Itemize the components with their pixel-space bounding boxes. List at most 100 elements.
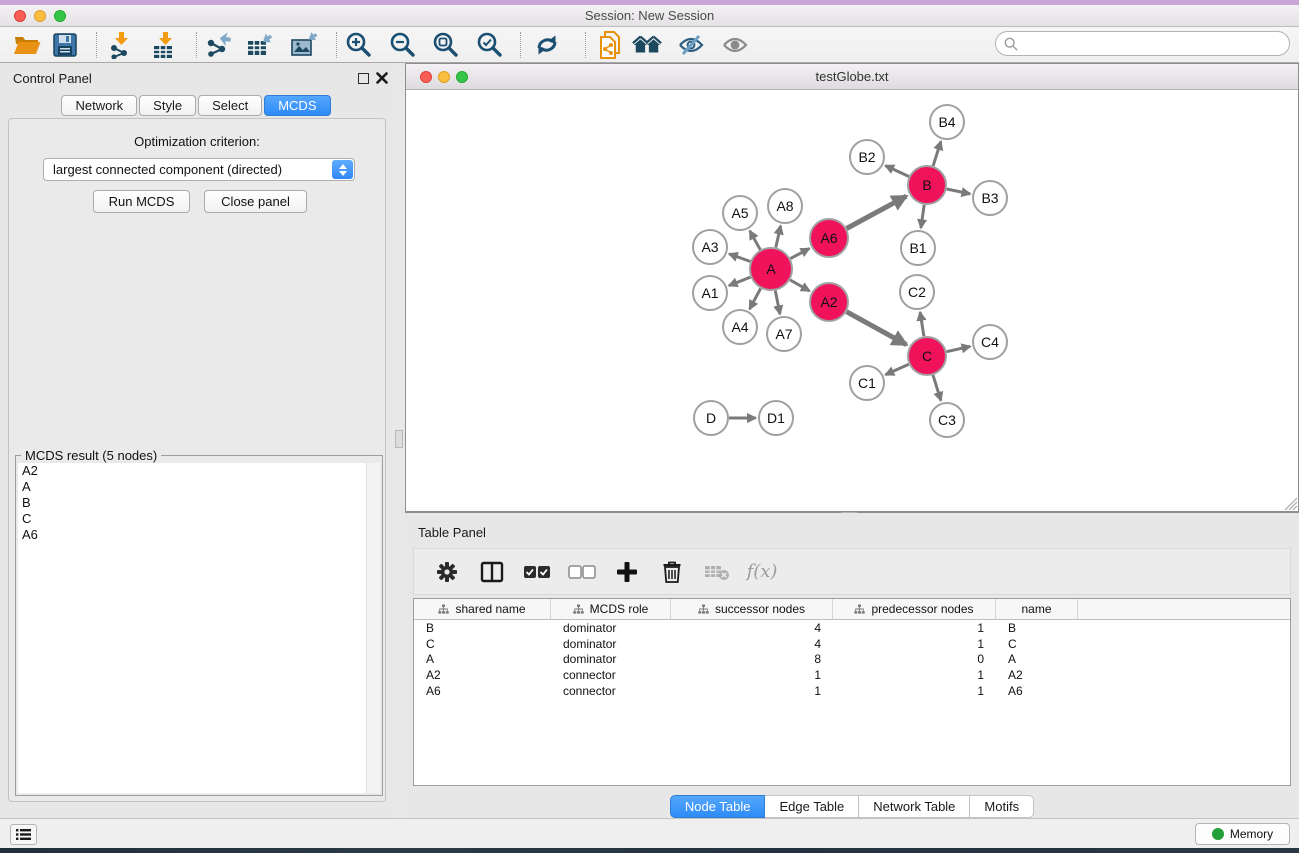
tab-node-table[interactable]: Node Table bbox=[670, 795, 766, 818]
minimize-window-button[interactable] bbox=[34, 10, 46, 22]
export-network-icon[interactable] bbox=[204, 31, 234, 59]
hide-selected-icon[interactable] bbox=[676, 31, 706, 59]
graph-edge-A-A6[interactable] bbox=[790, 249, 809, 259]
splitter-handle[interactable] bbox=[395, 430, 403, 448]
optimization-select[interactable]: largest connected component (directed) bbox=[43, 158, 355, 181]
cell-predecessor-nodes[interactable]: 0 bbox=[833, 652, 996, 666]
graph-edge-B-B3[interactable] bbox=[947, 189, 971, 194]
import-table-icon[interactable] bbox=[150, 31, 180, 59]
zoom-window-button[interactable] bbox=[54, 10, 66, 22]
cell-name[interactable]: A2 bbox=[996, 668, 1078, 682]
search-field[interactable] bbox=[995, 31, 1290, 56]
new-network-from-selection-icon[interactable] bbox=[595, 31, 625, 59]
graph-node-C2[interactable]: C2 bbox=[900, 275, 934, 309]
cell-MCDS-role[interactable]: connector bbox=[551, 684, 671, 698]
graph-node-A[interactable]: A bbox=[750, 248, 792, 290]
cell-shared-name[interactable]: C bbox=[414, 637, 551, 651]
delete-column-trash-icon[interactable] bbox=[657, 558, 687, 586]
graph-node-D[interactable]: D bbox=[694, 401, 728, 435]
result-item[interactable]: A6 bbox=[18, 527, 366, 543]
graph-edge-A-A3[interactable] bbox=[729, 254, 750, 262]
add-column-icon[interactable] bbox=[612, 558, 642, 586]
close-panel-button[interactable]: Close panel bbox=[204, 190, 307, 213]
zoom-fit-icon[interactable] bbox=[431, 31, 461, 59]
export-image-icon[interactable] bbox=[290, 31, 320, 59]
graph-edge-A-A8[interactable] bbox=[776, 226, 781, 248]
graph-node-B4[interactable]: B4 bbox=[930, 105, 964, 139]
graph-edge-B-B2[interactable] bbox=[885, 166, 909, 177]
export-table-icon[interactable] bbox=[246, 31, 276, 59]
cell-MCDS-role[interactable]: dominator bbox=[551, 621, 671, 635]
cell-predecessor-nodes[interactable]: 1 bbox=[833, 621, 996, 635]
cell-MCDS-role[interactable]: dominator bbox=[551, 637, 671, 651]
graph-node-B[interactable]: B bbox=[908, 166, 946, 204]
cell-predecessor-nodes[interactable]: 1 bbox=[833, 684, 996, 698]
graph-node-A4[interactable]: A4 bbox=[723, 310, 757, 344]
float-panel-icon[interactable] bbox=[358, 73, 369, 84]
table-row-B[interactable]: Bdominator41B bbox=[414, 620, 1290, 636]
cell-shared-name[interactable]: A bbox=[414, 652, 551, 666]
close-window-button[interactable] bbox=[14, 10, 26, 22]
graph-edge-B-B4[interactable] bbox=[933, 141, 941, 166]
cell-shared-name[interactable]: B bbox=[414, 621, 551, 635]
memory-button[interactable]: Memory bbox=[1195, 823, 1290, 845]
graph-node-C3[interactable]: C3 bbox=[930, 403, 964, 437]
zoom-selected-icon[interactable] bbox=[475, 31, 505, 59]
cell-successor-nodes[interactable]: 4 bbox=[671, 621, 833, 635]
table-row-A6[interactable]: A6connector11A6 bbox=[414, 683, 1290, 699]
column-header-shared-name[interactable]: shared name bbox=[414, 599, 551, 619]
column-header-successor-nodes[interactable]: successor nodes bbox=[671, 599, 833, 619]
graph-edge-C-C4[interactable] bbox=[947, 346, 971, 351]
zoom-view-button[interactable] bbox=[456, 71, 468, 83]
cell-MCDS-role[interactable]: connector bbox=[551, 668, 671, 682]
graph-node-C1[interactable]: C1 bbox=[850, 366, 884, 400]
table-settings-gear-icon[interactable] bbox=[432, 558, 462, 586]
cell-shared-name[interactable]: A2 bbox=[414, 668, 551, 682]
graph-node-A3[interactable]: A3 bbox=[693, 230, 727, 264]
cell-successor-nodes[interactable]: 4 bbox=[671, 637, 833, 651]
mcds-result-list[interactable]: A2ABCA6 bbox=[18, 463, 366, 793]
graph-node-A1[interactable]: A1 bbox=[693, 276, 727, 310]
tab-network[interactable]: Network bbox=[61, 95, 137, 116]
zoom-in-icon[interactable] bbox=[344, 31, 374, 59]
tab-select[interactable]: Select bbox=[198, 95, 262, 116]
zoom-out-icon[interactable] bbox=[388, 31, 418, 59]
graph-node-C[interactable]: C bbox=[908, 337, 946, 375]
show-all-icon[interactable] bbox=[720, 31, 750, 59]
result-item[interactable]: A bbox=[18, 479, 366, 495]
refresh-layout-icon[interactable] bbox=[532, 31, 562, 59]
graph-edge-A-A1[interactable] bbox=[729, 277, 751, 286]
cell-successor-nodes[interactable]: 1 bbox=[671, 684, 833, 698]
graph-node-D1[interactable]: D1 bbox=[759, 401, 793, 435]
column-header-MCDS-role[interactable]: MCDS role bbox=[551, 599, 671, 619]
graph-edge-A2-C[interactable] bbox=[847, 312, 907, 345]
close-panel-icon[interactable] bbox=[376, 71, 388, 89]
graph-edge-C-C1[interactable] bbox=[886, 364, 909, 375]
minimize-view-button[interactable] bbox=[438, 71, 450, 83]
result-item[interactable]: B bbox=[18, 495, 366, 511]
column-header-name[interactable]: name bbox=[996, 599, 1078, 619]
graph-node-C4[interactable]: C4 bbox=[973, 325, 1007, 359]
select-all-columns-icon[interactable] bbox=[522, 558, 552, 586]
save-session-icon[interactable] bbox=[50, 31, 80, 59]
cell-successor-nodes[interactable]: 8 bbox=[671, 652, 833, 666]
column-header-predecessor-nodes[interactable]: predecessor nodes bbox=[833, 599, 996, 619]
graph-node-A6[interactable]: A6 bbox=[810, 219, 848, 257]
graph-node-B3[interactable]: B3 bbox=[973, 181, 1007, 215]
graph-node-A7[interactable]: A7 bbox=[767, 317, 801, 351]
tab-motifs[interactable]: Motifs bbox=[970, 795, 1034, 818]
graph-node-B2[interactable]: B2 bbox=[850, 140, 884, 174]
show-columns-icon[interactable] bbox=[477, 558, 507, 586]
table-row-A[interactable]: Adominator80A bbox=[414, 651, 1290, 667]
graph-node-A2[interactable]: A2 bbox=[810, 283, 848, 321]
graph-node-A5[interactable]: A5 bbox=[723, 196, 757, 230]
table-row-C[interactable]: Cdominator41C bbox=[414, 636, 1290, 652]
task-history-button[interactable] bbox=[10, 824, 37, 845]
table-row-A2[interactable]: A2connector11A2 bbox=[414, 667, 1290, 683]
delete-table-icon[interactable] bbox=[702, 558, 732, 586]
tab-edge-table[interactable]: Edge Table bbox=[765, 795, 859, 818]
graph-edge-A-A7[interactable] bbox=[775, 291, 780, 315]
tab-network-table[interactable]: Network Table bbox=[859, 795, 970, 818]
cell-name[interactable]: B bbox=[996, 621, 1078, 635]
tab-style[interactable]: Style bbox=[139, 95, 196, 116]
